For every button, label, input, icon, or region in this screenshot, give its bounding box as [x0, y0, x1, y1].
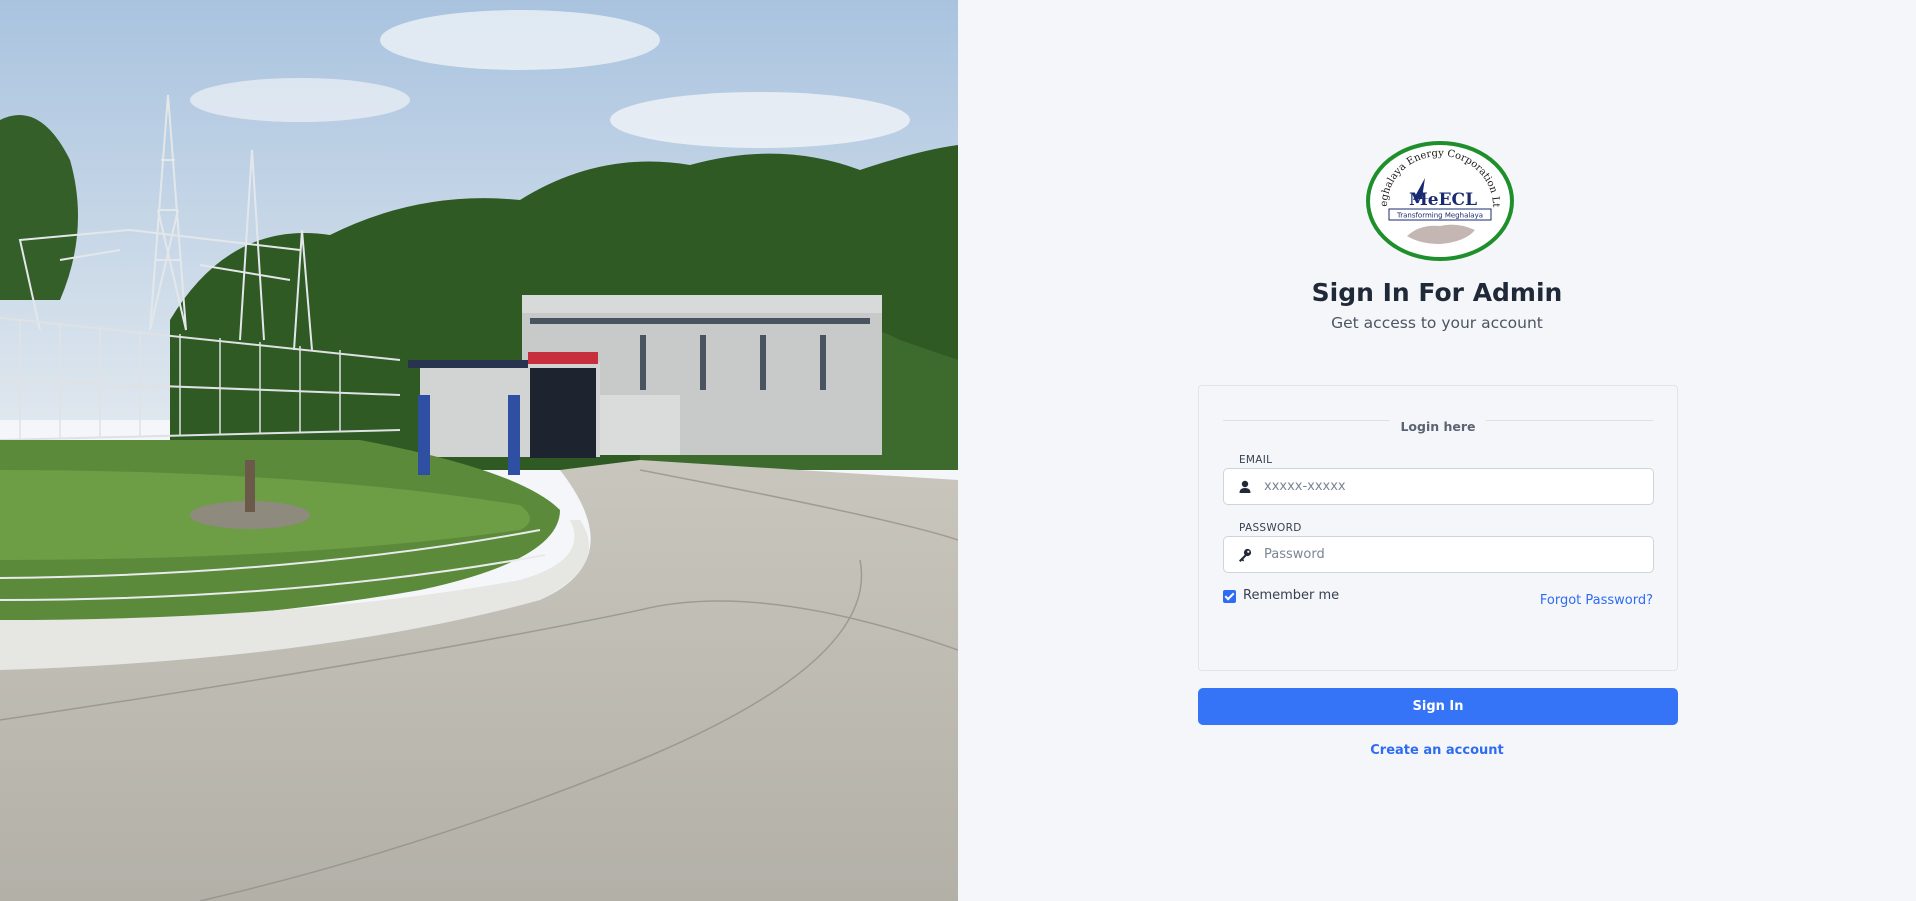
logo-tagline: Transforming Meghalaya: [1396, 212, 1483, 220]
remember-me-label: Remember me: [1243, 588, 1340, 603]
password-input[interactable]: [1264, 537, 1649, 572]
sign-in-button[interactable]: Sign In: [1198, 688, 1678, 725]
remember-me-checkbox[interactable]: [1223, 590, 1236, 603]
key-icon: [1237, 547, 1253, 563]
password-label: PASSWORD: [1239, 522, 1302, 534]
login-card: Login here EMAIL PASSWORD: [1198, 385, 1678, 671]
remember-me[interactable]: Remember me: [1223, 588, 1339, 603]
email-field-wrap: [1223, 468, 1654, 505]
login-panel: Meghalaya Energy Corporation Ltd. MeECL …: [958, 0, 1916, 901]
email-input[interactable]: [1264, 469, 1649, 504]
create-account-wrap: Create an account: [958, 743, 1916, 758]
section-label-wrap: Login here: [1199, 419, 1677, 434]
create-account-link[interactable]: Create an account: [1370, 743, 1504, 758]
password-field-wrap: [1223, 536, 1654, 573]
forgot-password-link[interactable]: Forgot Password?: [1540, 593, 1653, 608]
mecl-logo: Meghalaya Energy Corporation Ltd. MeECL …: [1365, 140, 1515, 262]
page-title: Sign In For Admin: [1311, 278, 1563, 307]
hero-photo: [0, 0, 958, 901]
email-label: EMAIL: [1239, 454, 1273, 466]
user-icon: [1237, 479, 1253, 495]
page-subtitle: Get access to your account: [1331, 314, 1543, 332]
section-label: Login here: [1390, 419, 1486, 434]
logo-abbr: MeECL: [1409, 190, 1477, 210]
